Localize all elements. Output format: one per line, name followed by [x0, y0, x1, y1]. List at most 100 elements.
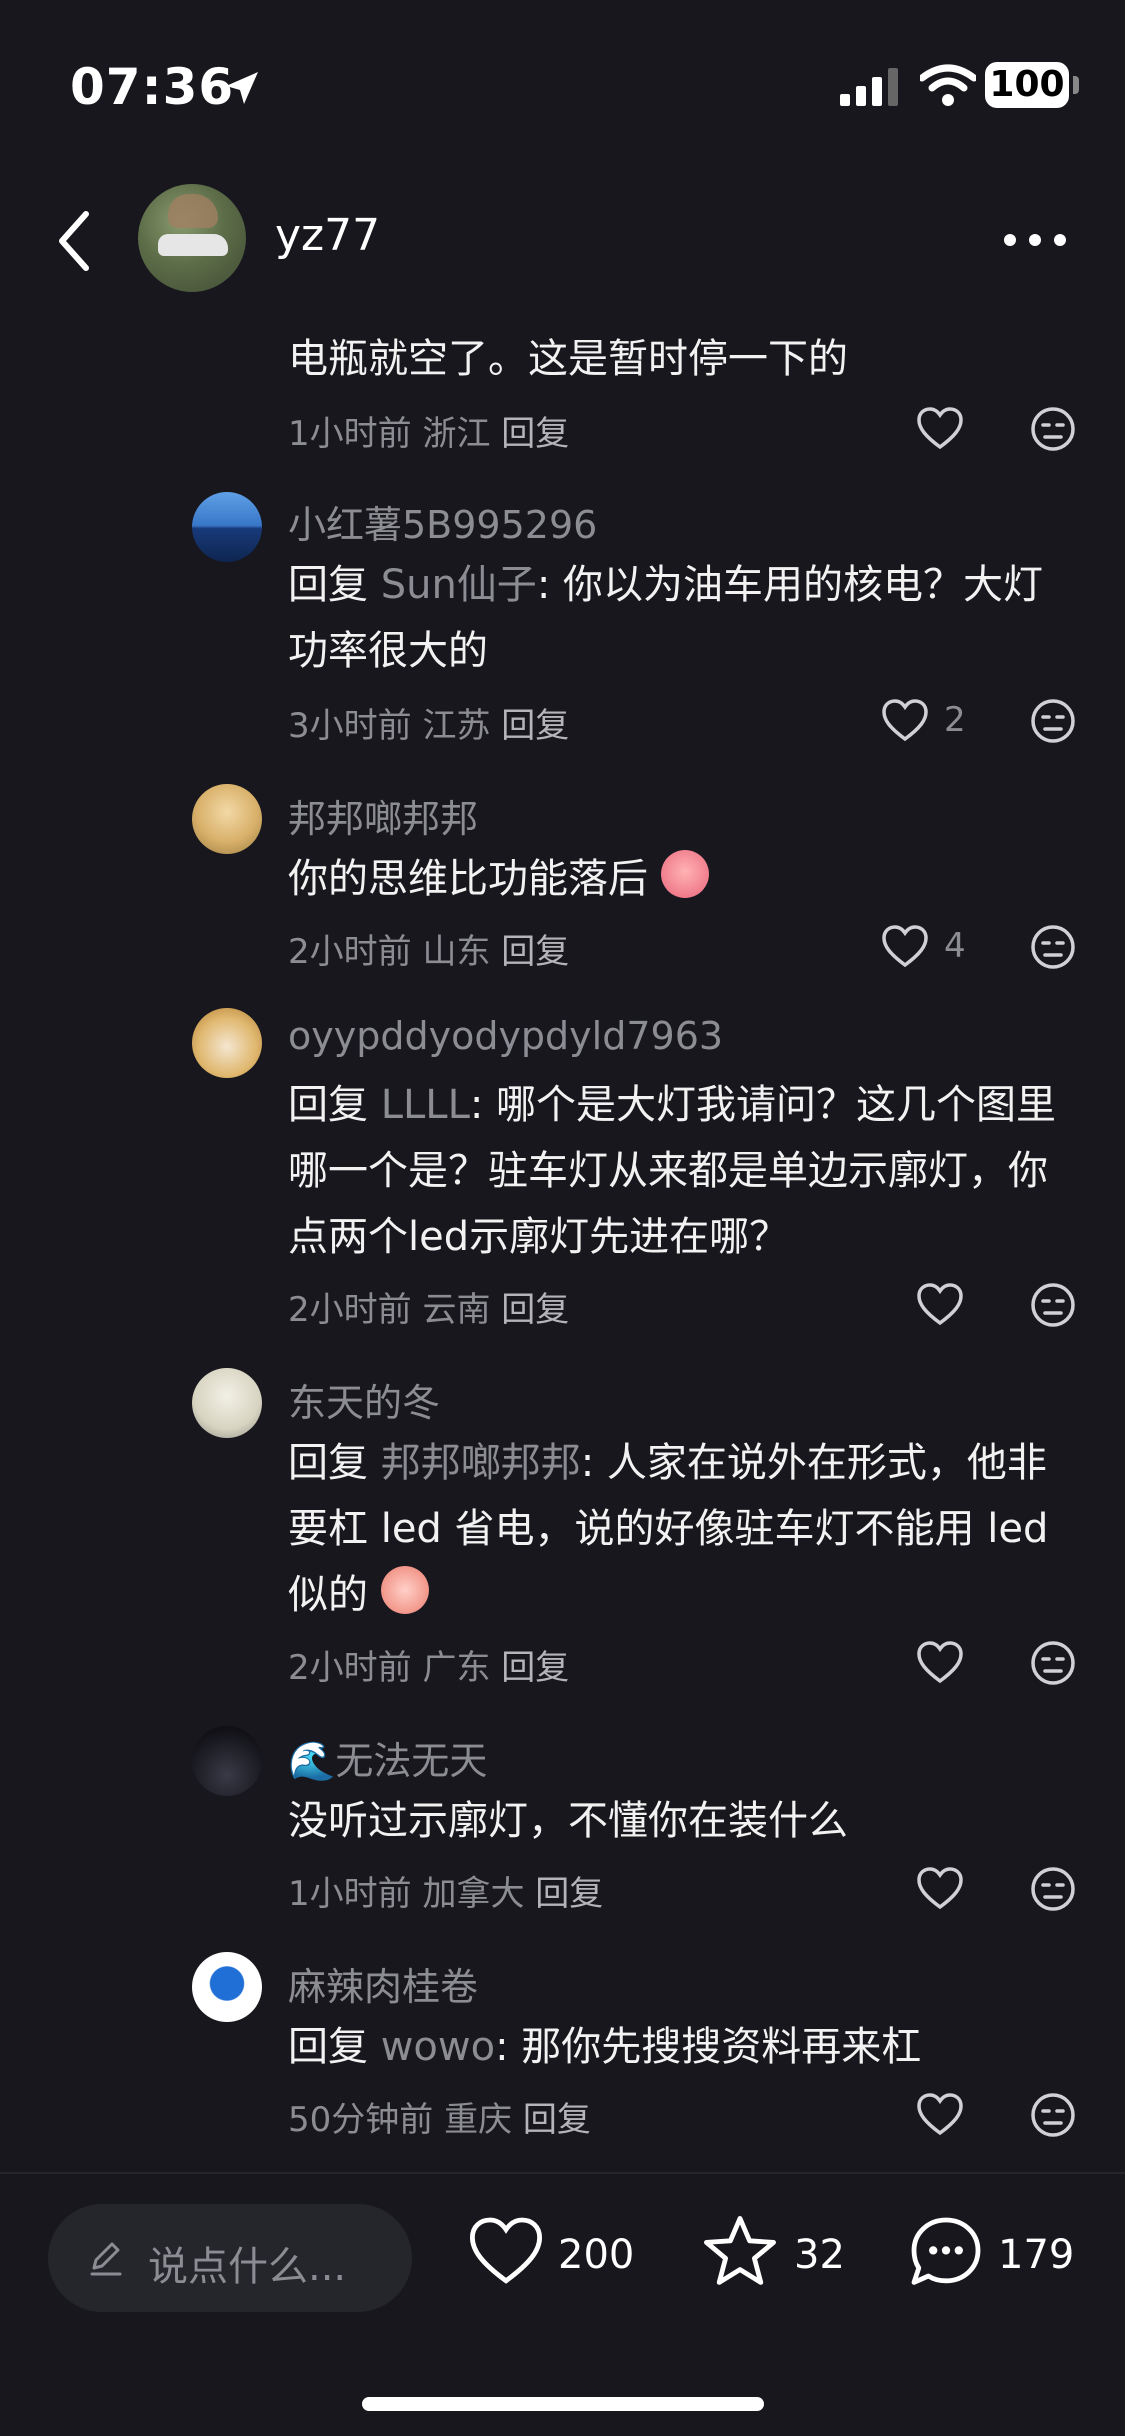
comment-text: 没听过示廓灯，不懂你在装什么 — [288, 1788, 1078, 1854]
reply-prefix: 回复 — [288, 1440, 368, 1486]
commenter-avatar[interactable] — [192, 1008, 262, 1078]
dislike-face-icon[interactable] — [1030, 924, 1076, 970]
dislike-face-icon[interactable] — [1030, 406, 1076, 452]
reply-link[interactable]: 回复 — [501, 932, 569, 972]
more-options-icon[interactable] — [1000, 228, 1070, 252]
author-name[interactable]: yz77 — [275, 210, 380, 261]
commenter-avatar[interactable] — [192, 1368, 262, 1438]
dislike-face-icon[interactable] — [1030, 2092, 1076, 2138]
comment-location: 山东 — [422, 932, 491, 972]
commenter-name[interactable]: 东天的冬 — [288, 1372, 440, 1427]
comment-location: 浙江 — [422, 414, 491, 454]
comment-meta: 3小时前 江苏 回复 — [288, 698, 569, 747]
battery-indicator: 100 — [985, 62, 1069, 108]
home-indicator[interactable] — [362, 2397, 764, 2411]
wave-emoji-icon: 🌊 — [288, 1739, 336, 1783]
reply-prefix: 回复 — [288, 562, 368, 608]
reply-link[interactable]: 回复 — [501, 706, 569, 746]
battery-nub — [1073, 76, 1079, 94]
avatar-car-shape — [158, 234, 228, 256]
comment-time: 3小时前 — [288, 706, 412, 746]
dislike-face-icon[interactable] — [1030, 698, 1076, 744]
comment-text: 电瓶就空了。这是暂时停一下的 — [288, 336, 848, 382]
comment-text: 回复 LLLL: 哪个是大灯我请问？这几个图里哪一个是？驻车灯从来都是单边示廓灯… — [288, 1072, 1078, 1270]
reply-to-user[interactable]: Sun仙子 — [381, 562, 537, 608]
comment-meta: 1小时前 浙江 回复 — [288, 406, 569, 455]
comment-time: 2小时前 — [288, 1290, 412, 1330]
reply-prefix: 回复 — [288, 1082, 368, 1128]
status-time: 07:36 — [70, 58, 235, 116]
star-icon — [704, 2216, 776, 2285]
heart-icon[interactable] — [915, 404, 965, 454]
reply-link[interactable]: 回复 — [535, 1874, 603, 1914]
heart-icon[interactable] — [880, 922, 930, 972]
reply-link[interactable]: 回复 — [523, 2100, 591, 2140]
dislike-face-icon[interactable] — [1030, 1282, 1076, 1328]
commenter-name[interactable]: 🌊无法无天 — [288, 1730, 487, 1785]
comment-post-button[interactable]: 179 — [906, 2212, 1076, 2302]
comment-body: 你的思维比功能落后 — [288, 856, 648, 902]
reply-to-user[interactable]: wowo — [381, 2024, 495, 2070]
post-header: yz77 — [0, 176, 1125, 306]
comment-meta: 2小时前 云南 回复 — [288, 1282, 569, 1331]
comment-input-placeholder: 说点什么... — [148, 2244, 347, 2290]
comment-location: 江苏 — [422, 706, 491, 746]
comment-time: 50分钟前 — [288, 2100, 434, 2140]
reply-link[interactable]: 回复 — [501, 414, 569, 454]
heart-icon[interactable] — [915, 1864, 965, 1914]
comment-location: 重庆 — [444, 2100, 513, 2140]
comment-time: 1小时前 — [288, 1874, 412, 1914]
comment-body: : 那你先搜搜资料再来杠 — [495, 2024, 922, 2070]
commenter-avatar[interactable] — [192, 1726, 262, 1796]
avatar-rock-shape — [168, 194, 218, 228]
commenter-name[interactable]: 麻辣肉桂卷 — [288, 1956, 478, 2011]
post-favorite-count: 32 — [794, 2232, 845, 2278]
back-chevron-icon[interactable] — [50, 206, 100, 276]
comment-meta: 50分钟前 重庆 回复 — [288, 2092, 591, 2141]
comment-body: 没听过示廓灯，不懂你在装什么 — [288, 1798, 848, 1844]
comment-meta: 1小时前 加拿大 回复 — [288, 1866, 603, 1915]
status-bar: 07:36 100 — [0, 0, 1125, 176]
commenter-name[interactable]: oyypddyodypdyld7963 — [288, 1014, 723, 1058]
comment-meta: 2小时前 山东 回复 — [288, 924, 569, 973]
heart-icon[interactable] — [915, 2090, 965, 2140]
peach-emoji-icon — [380, 1566, 429, 1614]
comment-text: 回复 邦邦啷邦邦: 人家在说外在形式，他非要杠 led 省电，说的好像驻车灯不能… — [288, 1430, 1078, 1628]
wifi-icon — [920, 64, 976, 106]
comment-time: 2小时前 — [288, 932, 412, 972]
dislike-face-icon[interactable] — [1030, 1866, 1076, 1912]
heart-icon[interactable] — [880, 696, 930, 746]
commenter-avatar[interactable] — [192, 492, 262, 562]
comment-time: 2小时前 — [288, 1648, 412, 1688]
commenter-avatar[interactable] — [192, 1952, 262, 2022]
dislike-face-icon[interactable] — [1030, 1640, 1076, 1686]
comment-location: 广东 — [422, 1648, 491, 1688]
comment-text: 你的思维比功能落后 — [288, 846, 1078, 912]
heart-icon[interactable] — [915, 1638, 965, 1688]
comment-location: 加拿大 — [422, 1874, 525, 1914]
reply-to-user[interactable]: 邦邦啷邦邦 — [381, 1440, 581, 1486]
like-count: 4 — [944, 926, 966, 966]
commenter-name[interactable]: 邦邦啷邦邦 — [288, 788, 478, 843]
cellular-signal-icon — [840, 68, 898, 106]
like-post-button[interactable]: 200 — [466, 2212, 646, 2302]
heart-icon[interactable] — [915, 1280, 965, 1330]
pencil-icon — [90, 2242, 122, 2276]
reply-prefix: 回复 — [288, 2024, 368, 2070]
reply-link[interactable]: 回复 — [501, 1648, 569, 1688]
commenter-avatar[interactable] — [192, 784, 262, 854]
author-avatar[interactable] — [138, 184, 246, 292]
comment-input[interactable]: 说点什么... — [48, 2204, 412, 2312]
commenter-name[interactable]: 小红薯5B995296 — [288, 494, 597, 549]
reply-link[interactable]: 回复 — [501, 1290, 569, 1330]
comment-location: 云南 — [422, 1290, 491, 1330]
like-count: 2 — [944, 700, 966, 740]
comment-text: 回复 Sun仙子: 你以为油车用的核电？大灯功率很大的 — [288, 552, 1078, 684]
reply-to-user[interactable]: LLLL — [381, 1082, 470, 1128]
heart-icon — [469, 2217, 543, 2284]
post-like-count: 200 — [558, 2232, 635, 2278]
chat-bubble-icon — [911, 2217, 981, 2285]
commenter-name-text: 无法无天 — [335, 1739, 488, 1783]
favorite-post-button[interactable]: 32 — [700, 2212, 850, 2302]
comment-time: 1小时前 — [288, 414, 412, 454]
